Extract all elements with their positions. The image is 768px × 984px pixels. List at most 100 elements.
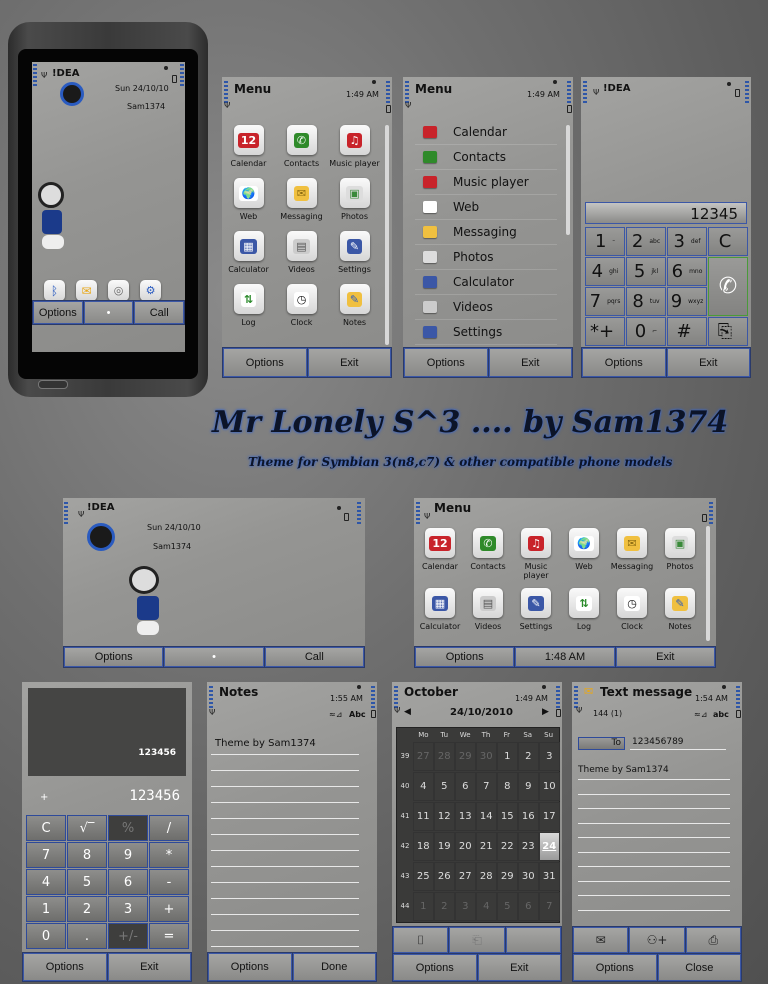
number-display-field[interactable]: 12345 xyxy=(585,202,747,224)
add-recipient-icon[interactable]: ⚇+ xyxy=(629,927,685,953)
calc-key-8[interactable]: 8 xyxy=(67,842,107,868)
clear-key[interactable]: C xyxy=(708,227,748,256)
next-date-arrow-icon[interactable]: ▶ xyxy=(542,707,549,717)
call-softkey[interactable]: Call xyxy=(264,647,364,667)
scrollbar[interactable] xyxy=(706,526,710,641)
calc-key--[interactable]: + xyxy=(149,896,189,922)
calc-key-1[interactable]: 1 xyxy=(26,896,66,922)
calendar-day[interactable]: 20 xyxy=(455,832,476,861)
scrollbar[interactable] xyxy=(385,125,389,345)
new-entry-icon[interactable]: ⌷ xyxy=(393,927,449,953)
calendar-day[interactable]: 2 xyxy=(518,742,539,771)
calendar-day[interactable]: 9 xyxy=(518,772,539,801)
list-item-calendar[interactable]: Calendar xyxy=(415,120,557,145)
app-music-player[interactable]: ♫ Music player xyxy=(512,528,560,580)
calendar-day[interactable]: 4 xyxy=(476,892,497,921)
calendar-day[interactable]: 7 xyxy=(476,772,497,801)
calendar-day[interactable]: 13 xyxy=(455,802,476,831)
exit-softkey[interactable]: Exit xyxy=(107,953,191,981)
calendar-day[interactable]: 7 xyxy=(539,892,560,921)
prev-date-arrow-icon[interactable]: ◀ xyxy=(404,707,411,717)
calendar-day[interactable]: 15 xyxy=(497,802,518,831)
options-softkey[interactable]: Options xyxy=(582,348,666,377)
app-clock[interactable]: ◷ Clock xyxy=(275,284,328,327)
calendar-day[interactable]: 19 xyxy=(434,832,455,861)
todo-icon[interactable]: ⎗ xyxy=(449,927,505,953)
calendar-day[interactable]: 25 xyxy=(413,862,434,891)
app-photos[interactable]: ▣ Photos xyxy=(656,528,704,580)
contacts-key[interactable]: ⎘ xyxy=(708,317,748,346)
app-web[interactable]: 🌍 Web xyxy=(560,528,608,580)
call-button[interactable]: ✆ xyxy=(708,257,748,316)
key-1[interactable]: 1ᵕ xyxy=(585,227,625,256)
scrollbar[interactable] xyxy=(566,125,570,235)
calendar-day[interactable]: 10 xyxy=(539,772,560,801)
options-softkey[interactable]: Options xyxy=(23,953,107,981)
message-body-field[interactable]: Theme by Sam1374 xyxy=(576,764,731,924)
exit-softkey[interactable]: Exit xyxy=(666,348,750,377)
exit-softkey[interactable]: Exit xyxy=(488,348,572,377)
clock-widget-icon[interactable] xyxy=(60,82,84,106)
calendar-day[interactable]: 29 xyxy=(455,742,476,771)
calc-key-5[interactable]: 5 xyxy=(67,869,107,895)
send-icon[interactable]: ✉ xyxy=(573,927,629,953)
menu-hardware-key[interactable] xyxy=(38,380,68,389)
calendar-day[interactable]: 28 xyxy=(434,742,455,771)
list-item-videos[interactable]: Videos xyxy=(415,295,557,320)
to-button[interactable]: To xyxy=(578,737,625,750)
app-messaging[interactable]: ✉ Messaging xyxy=(275,178,328,221)
calendar-day[interactable]: 21 xyxy=(476,832,497,861)
calendar-day[interactable]: 12 xyxy=(434,802,455,831)
calc-key--[interactable]: . xyxy=(67,923,107,949)
options-softkey[interactable]: Options xyxy=(393,954,477,981)
calendar-day[interactable]: 1 xyxy=(413,892,434,921)
calendar-day[interactable]: 6 xyxy=(518,892,539,921)
calendar-day[interactable]: 27 xyxy=(413,742,434,771)
key-9[interactable]: 9 wxyz xyxy=(667,287,707,316)
key-6[interactable]: 6 mno xyxy=(667,257,707,286)
calendar-day[interactable]: 4 xyxy=(413,772,434,801)
center-softkey[interactable]: • xyxy=(83,301,134,324)
calendar-day[interactable]: 26 xyxy=(434,862,455,891)
app-videos[interactable]: ▤ Videos xyxy=(464,588,512,631)
call-softkey[interactable]: Call xyxy=(134,301,185,324)
app-log[interactable]: ⇅ Log xyxy=(560,588,608,631)
list-item-messaging[interactable]: Messaging xyxy=(415,220,557,245)
list-item-web[interactable]: Web xyxy=(415,195,557,220)
calc-key-2[interactable]: 2 xyxy=(67,896,107,922)
options-softkey[interactable]: Options xyxy=(415,647,515,667)
calendar-day[interactable]: 23 xyxy=(518,832,539,861)
app-web[interactable]: 🌍 Web xyxy=(222,178,275,221)
list-item-contacts[interactable]: Contacts xyxy=(415,145,557,170)
key-3[interactable]: 3 def xyxy=(667,227,707,256)
app-videos[interactable]: ▤ Videos xyxy=(275,231,328,274)
calc-key-0[interactable]: 0 xyxy=(26,923,66,949)
calc-key--[interactable]: +/- xyxy=(108,923,148,949)
key-0[interactable]: 0 ⌐ xyxy=(626,317,666,346)
recipient-field[interactable]: 123456789 xyxy=(630,737,726,750)
list-item-settings[interactable]: Settings xyxy=(415,320,557,345)
center-softkey[interactable]: • xyxy=(164,647,264,667)
selected-day[interactable]: 24 xyxy=(539,832,560,861)
key-7[interactable]: 7 pqrs xyxy=(585,287,625,316)
envelope-icon[interactable]: ✉ xyxy=(76,280,97,301)
exit-softkey[interactable]: Exit xyxy=(307,348,391,377)
done-softkey[interactable]: Done xyxy=(292,953,376,981)
calendar-day[interactable]: 31 xyxy=(539,862,560,891)
key-star[interactable]: *+ xyxy=(585,317,625,346)
calc-key-c[interactable]: C xyxy=(26,815,66,841)
options-softkey[interactable]: Options xyxy=(64,647,164,667)
calendar-day[interactable]: 30 xyxy=(476,742,497,771)
app-contacts[interactable]: ✆ Contacts xyxy=(275,125,328,168)
calc-key-3[interactable]: 3 xyxy=(108,896,148,922)
app-clock[interactable]: ◷ Clock xyxy=(608,588,656,631)
app-settings[interactable]: ✎ Settings xyxy=(328,231,381,274)
calendar-day[interactable]: 30 xyxy=(518,862,539,891)
calendar-day[interactable]: 27 xyxy=(455,862,476,891)
calendar-day[interactable]: 5 xyxy=(434,772,455,801)
calendar-day[interactable]: 8 xyxy=(497,772,518,801)
app-music-player[interactable]: ♫ Music player xyxy=(328,125,381,168)
calc-key--[interactable]: = xyxy=(149,923,189,949)
exit-softkey[interactable]: Exit xyxy=(477,954,561,981)
key-5[interactable]: 5 jkl xyxy=(626,257,666,286)
